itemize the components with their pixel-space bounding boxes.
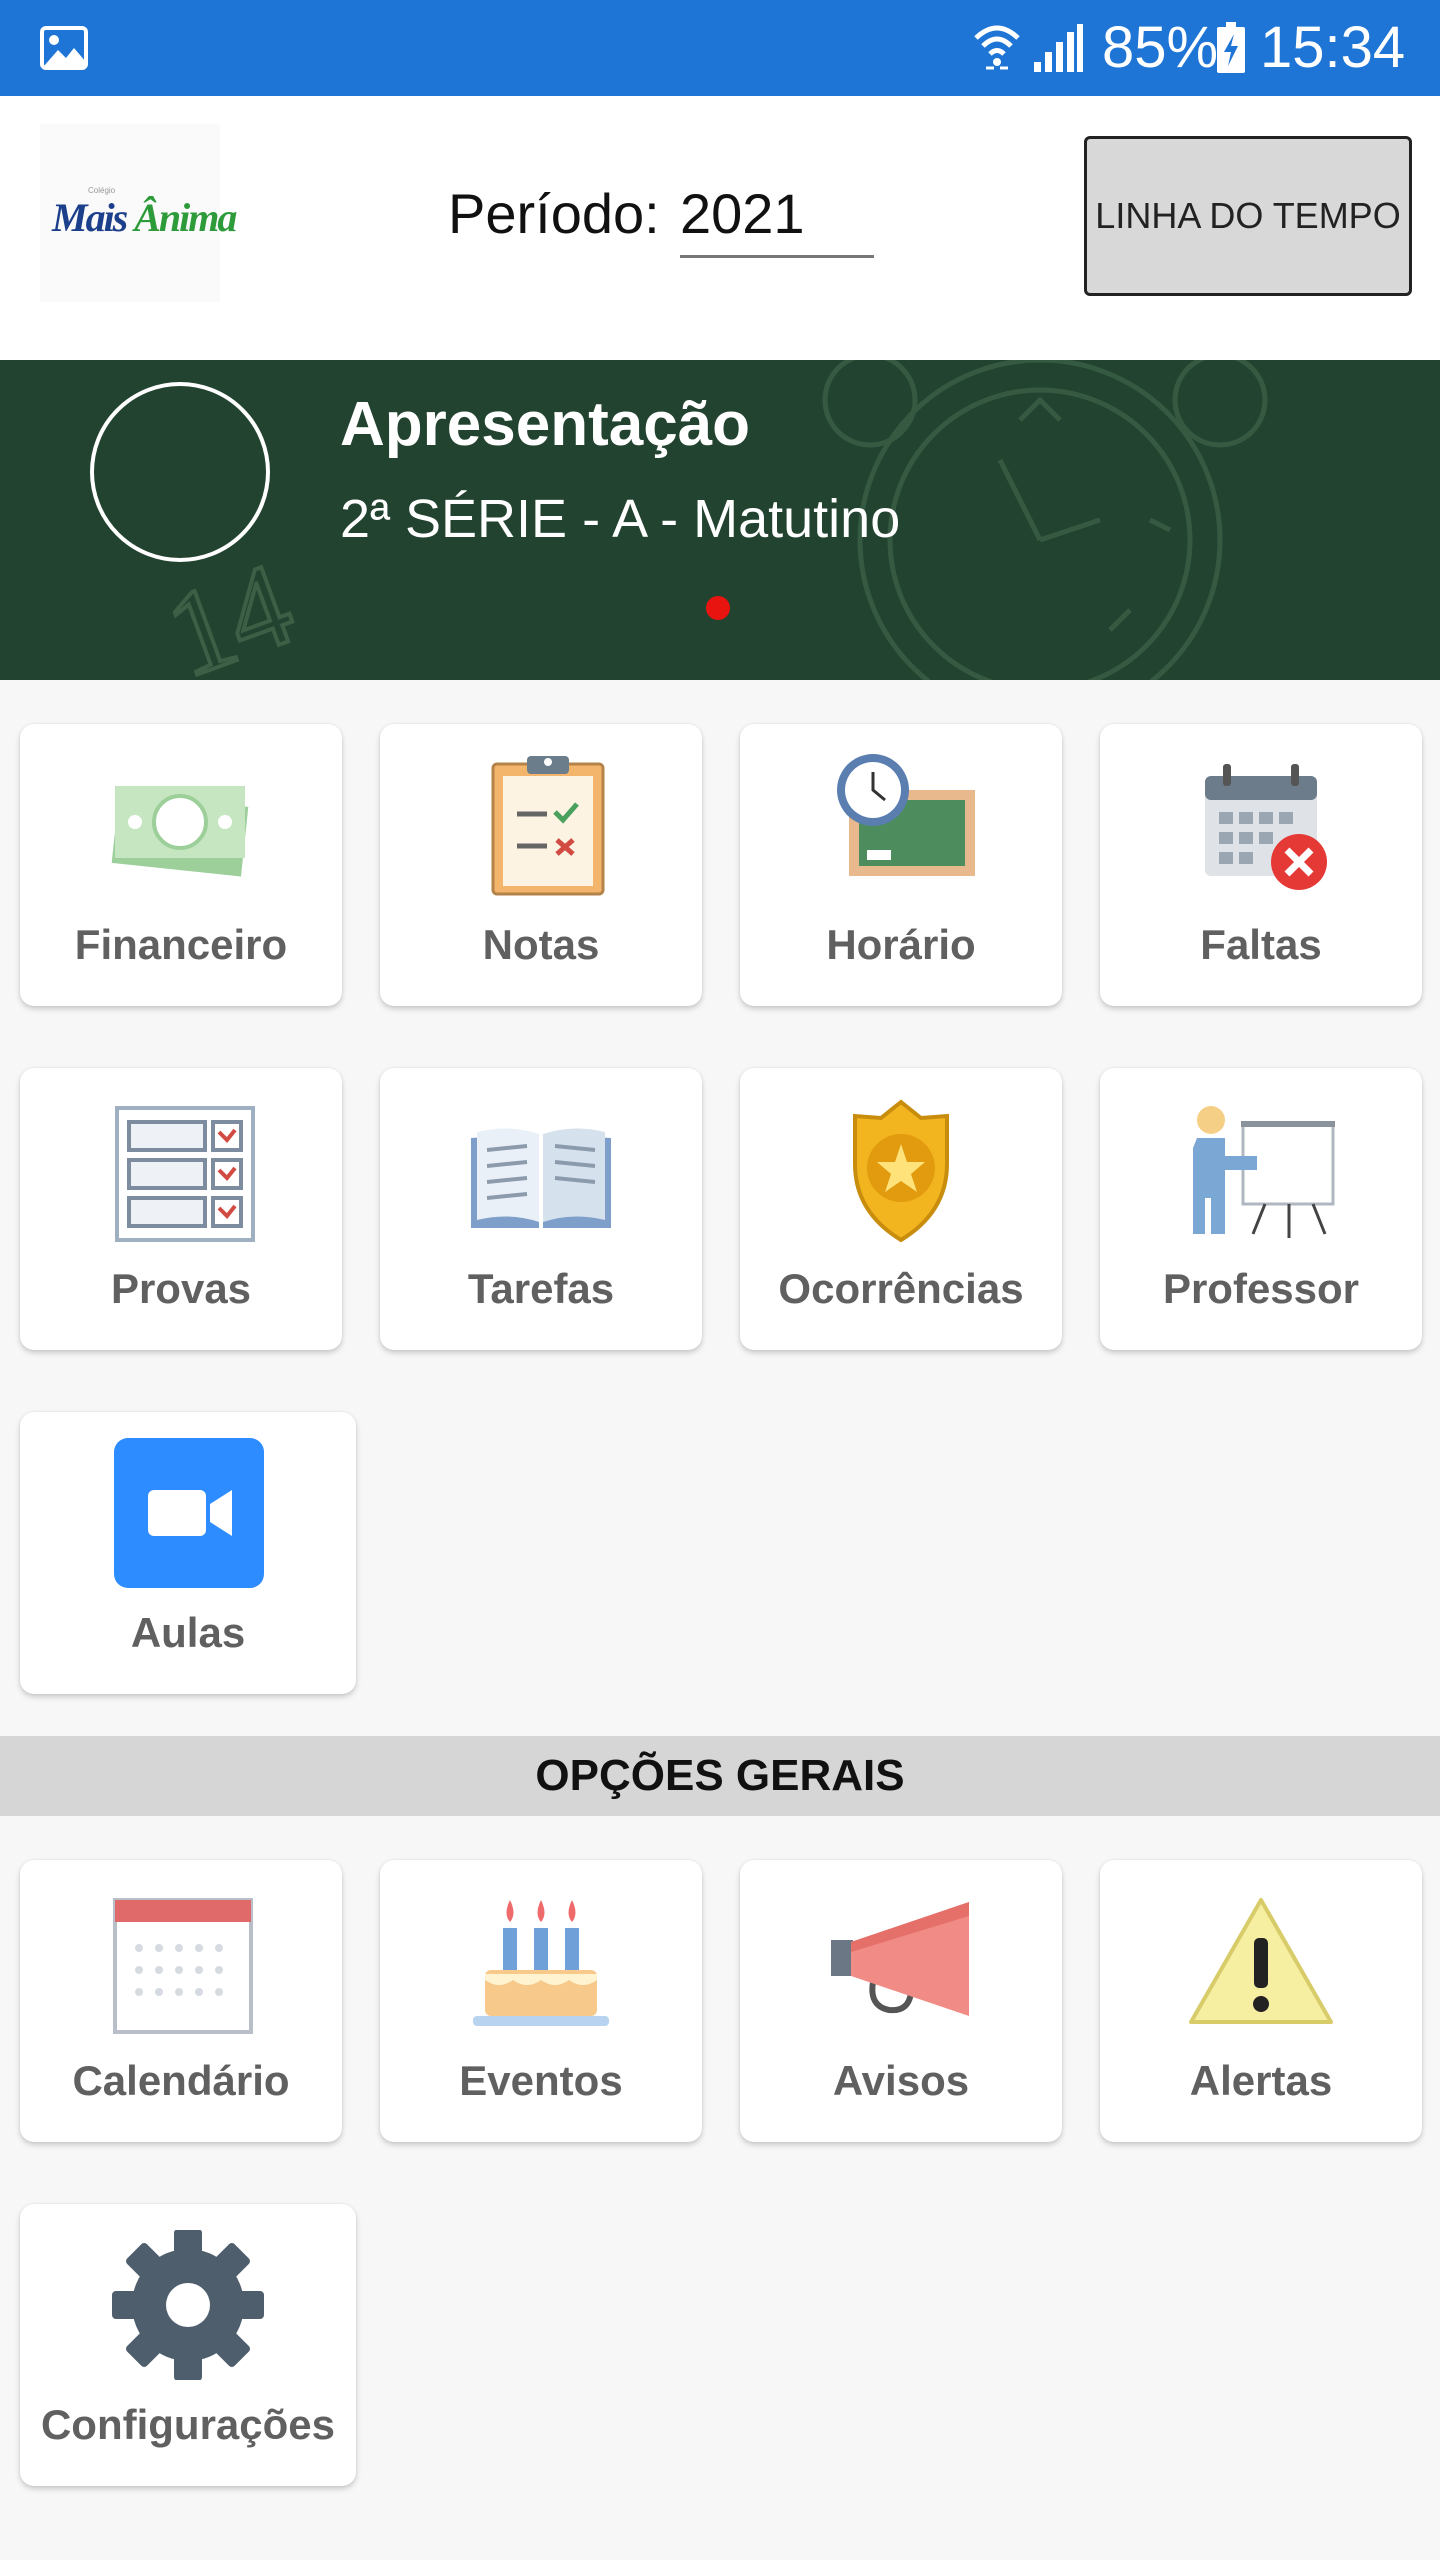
student-avatar[interactable]: [90, 382, 270, 562]
tile-label: Provas: [110, 1265, 252, 1312]
gear-icon: [112, 2230, 264, 2380]
tile-label: Notas: [482, 921, 600, 968]
megaphone-icon: [831, 1902, 969, 2016]
tile-calendario[interactable]: Calendário: [20, 1860, 342, 2142]
tile-label: Configurações: [40, 2401, 336, 2448]
header: Colégio Mais Ânima Período: 2021 LINHA D…: [0, 96, 1440, 360]
money-icon: [111, 786, 249, 877]
battery-charging-icon: [1217, 22, 1245, 73]
periodo-select[interactable]: 2021: [680, 182, 874, 258]
wifi-icon: [974, 25, 1020, 70]
tile-label: Professor: [1162, 1265, 1360, 1312]
tile-label: Aulas: [130, 1609, 246, 1656]
general-options-header: OPÇÕES GERAIS: [0, 1736, 1440, 1816]
student-banner[interactable]: 14 Apresentação 2ª SÉRIE - A - Matutino: [0, 360, 1440, 680]
image-icon: [40, 26, 88, 70]
calendar-icon: [113, 1898, 253, 2034]
tile-notas[interactable]: Notas: [380, 724, 702, 1006]
teacher-icon: [1193, 1106, 1335, 1238]
status-clock: 15:34: [1260, 15, 1406, 80]
badge-icon: [853, 1099, 949, 1243]
tile-label: Eventos: [459, 2057, 623, 2104]
battery-percentage: 85%: [1102, 15, 1219, 80]
tile-horario[interactable]: Horário: [740, 724, 1062, 1006]
timeline-button[interactable]: LINHA DO TEMPO: [1084, 136, 1412, 296]
status-bar: 85% 15:34: [0, 0, 1440, 96]
tile-label: Avisos: [832, 2057, 970, 2104]
tile-label: Alertas: [1189, 2057, 1333, 2104]
book-icon: [471, 1128, 611, 1228]
tile-eventos[interactable]: Eventos: [380, 1860, 702, 2142]
video-camera-icon: [114, 1438, 264, 1588]
calendar-x-icon: [1205, 764, 1327, 890]
tile-label: Ocorrências: [778, 1265, 1024, 1312]
tile-label: Faltas: [1200, 921, 1322, 968]
banner-title: Apresentação: [340, 390, 751, 459]
tile-faltas[interactable]: Faltas: [1100, 724, 1422, 1006]
tile-alertas[interactable]: Alertas: [1100, 1860, 1422, 2142]
page-indicator: [706, 596, 730, 620]
checklist-icon: [115, 1106, 255, 1242]
tile-label: Calendário: [72, 2057, 290, 2104]
tile-tarefas[interactable]: Tarefas: [380, 1068, 702, 1350]
tile-provas[interactable]: Provas: [20, 1068, 342, 1350]
tile-label: Horário: [826, 921, 976, 968]
tile-label: Financeiro: [74, 921, 288, 968]
school-logo: Colégio Mais Ânima: [40, 124, 237, 302]
logo-main-text: Mais Ânima: [52, 195, 237, 240]
banner-class: 2ª SÉRIE - A - Matutino: [340, 489, 901, 549]
tile-aulas[interactable]: Aulas: [20, 1412, 356, 1694]
tile-label: Tarefas: [467, 1265, 615, 1312]
clock-board-icon: [837, 754, 975, 876]
tile-ocorrencias[interactable]: Ocorrências: [740, 1068, 1062, 1350]
tile-financeiro[interactable]: Financeiro: [20, 724, 342, 1006]
tile-avisos[interactable]: Avisos: [740, 1860, 1062, 2142]
cake-icon: [473, 1900, 609, 2026]
clipboard-icon: [491, 756, 605, 896]
periodo-label: Período:: [448, 182, 660, 245]
logo-accent-word: Ânima: [134, 195, 237, 240]
signal-icon: [1034, 24, 1083, 72]
tile-professor[interactable]: Professor: [1100, 1068, 1422, 1350]
tile-configuracoes[interactable]: Configurações: [20, 2204, 356, 2486]
warning-icon: [1189, 1898, 1333, 2024]
